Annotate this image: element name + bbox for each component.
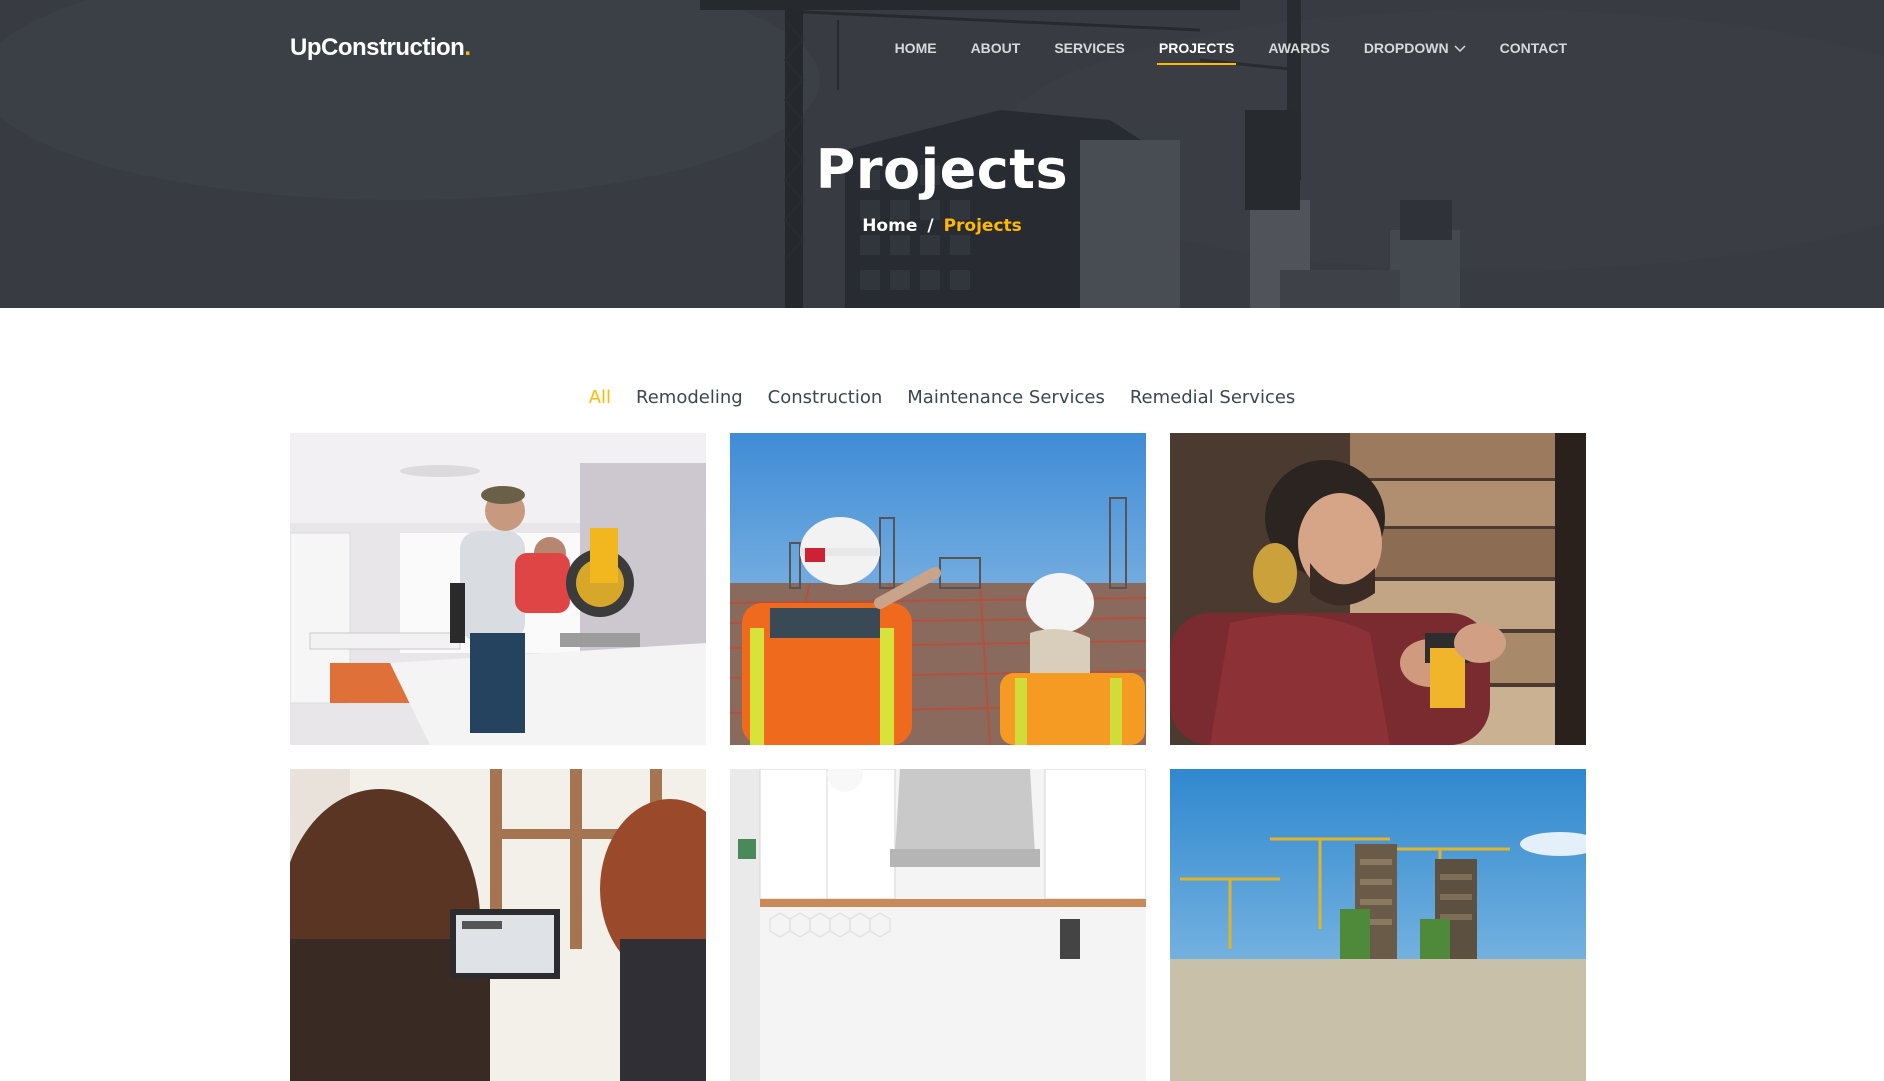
project-image-construction: [730, 433, 1146, 745]
project-image-office: [290, 769, 706, 1081]
nav-item-services[interactable]: Services: [1037, 40, 1142, 56]
nav-item-contact[interactable]: Contact: [1483, 40, 1584, 56]
breadcrumb: Home / Projects: [0, 216, 1884, 236]
portfolio-filters: All Remodeling Construction Maintenance …: [0, 387, 1884, 408]
filter-construction[interactable]: Construction: [768, 387, 883, 408]
filter-maintenance-services[interactable]: Maintenance Services: [907, 387, 1105, 408]
filter-all[interactable]: All: [589, 387, 611, 408]
brand-logo[interactable]: UpConstruction.: [290, 34, 471, 62]
chevron-down-icon: [1454, 45, 1466, 53]
project-image-kitchen: [730, 769, 1146, 1081]
nav-item-dropdown[interactable]: Dropdown: [1347, 40, 1483, 56]
brand-dot: .: [464, 34, 471, 61]
top-navbar: UpConstruction. Home About Services Proj…: [0, 0, 1884, 100]
filter-remedial-services[interactable]: Remedial Services: [1130, 387, 1295, 408]
brand-name: UpConstruction: [290, 34, 465, 61]
portfolio-item[interactable]: [1170, 769, 1586, 1081]
filter-remodeling[interactable]: Remodeling: [636, 387, 743, 408]
breadcrumb-home-link[interactable]: Home: [862, 216, 917, 236]
project-image-towers: [1170, 769, 1586, 1081]
nav-item-projects[interactable]: Projects: [1142, 40, 1251, 65]
nav-item-awards[interactable]: Awards: [1251, 40, 1346, 56]
page-title: Projects: [815, 138, 1069, 201]
main-nav: Home About Services Projects Awards Drop…: [878, 40, 1584, 65]
portfolio-item[interactable]: [1170, 433, 1586, 745]
project-image-maintenance: [1170, 433, 1586, 745]
portfolio-grid: [290, 433, 1586, 1081]
portfolio-item[interactable]: [730, 769, 1146, 1081]
portfolio-item[interactable]: [730, 433, 1146, 745]
portfolio-item[interactable]: [290, 769, 706, 1081]
nav-item-about[interactable]: About: [954, 40, 1038, 56]
project-image-remodeling: [290, 433, 706, 745]
portfolio-item[interactable]: [290, 433, 706, 745]
breadcrumb-current: Projects: [943, 216, 1022, 236]
nav-item-home[interactable]: Home: [878, 40, 954, 56]
page-header-hero: UpConstruction. Home About Services Proj…: [0, 0, 1884, 308]
breadcrumb-separator: /: [927, 216, 934, 236]
